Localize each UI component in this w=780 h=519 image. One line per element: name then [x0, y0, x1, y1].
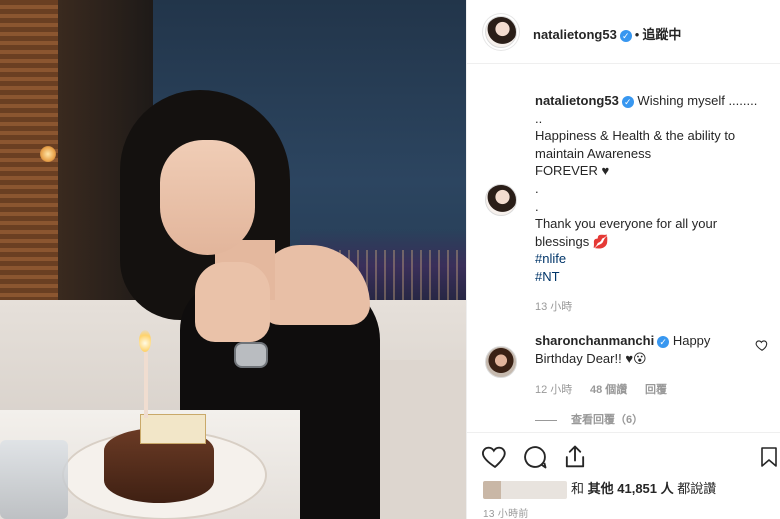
- post-header: natalietong53 ✓ • 追蹤中: [467, 0, 780, 64]
- instagram-post: natalietong53 ✓ • 追蹤中 natalietong53 ✓ Wishin…: [0, 0, 780, 519]
- wall-lamp: [40, 146, 56, 162]
- likes-suffix: 都說讚: [677, 481, 717, 496]
- commenter-username[interactable]: sharonchanmanchi: [535, 333, 654, 348]
- separator-dot: •: [634, 27, 640, 42]
- bookmark-icon[interactable]: [757, 443, 780, 471]
- reply-divider-line: [535, 419, 557, 421]
- comment-timestamp[interactable]: 12 小時: [535, 381, 572, 397]
- caption-line-0: Wishing myself ........: [637, 93, 758, 108]
- comment-reply-button[interactable]: 回覆: [645, 381, 667, 397]
- post-photo[interactable]: [0, 0, 466, 519]
- caption-line: Thank you everyone for all your: [535, 216, 718, 232]
- verified-badge-icon: ✓: [619, 30, 632, 42]
- comment-bubble-icon[interactable]: [521, 443, 549, 471]
- caption-line: blessings 💋: [535, 233, 609, 249]
- caption-line: ..: [535, 110, 543, 126]
- candle-flame: [139, 330, 151, 352]
- likes-summary: 和 其他 41,851 人 都說讚: [483, 478, 716, 499]
- liker-avatars[interactable]: [483, 480, 567, 499]
- comment: sharonchanmanchi ✓ Happy Birthday Dear!! …: [535, 332, 745, 367]
- header-user-line: natalietong53 ✓ • 追蹤中: [533, 24, 681, 43]
- caption-line: maintain Awareness: [535, 145, 652, 161]
- author-avatar[interactable]: [485, 16, 517, 48]
- post-side-panel: natalietong53 ✓ • 追蹤中 natalietong53 ✓ Wishin…: [466, 0, 780, 519]
- commenter-avatar[interactable]: [485, 346, 517, 378]
- comment-text: Happy: [672, 333, 711, 348]
- caption-timestamp[interactable]: 13 小時: [535, 298, 572, 314]
- author-username[interactable]: natalietong53: [533, 27, 617, 42]
- view-replies-button[interactable]: 查看回覆（6）: [535, 411, 643, 427]
- comment-first-line: sharonchanmanchi ✓ Happy: [535, 332, 745, 350]
- share-icon[interactable]: [561, 443, 589, 471]
- post-timestamp[interactable]: 13 小時前: [483, 505, 529, 519]
- comment-text-continued: Birthday Dear!! ♥😮: [535, 350, 647, 366]
- caption-line: .: [535, 180, 539, 196]
- hashtag-link[interactable]: #nlife: [535, 250, 767, 268]
- action-bar: [467, 432, 780, 480]
- caption-author-avatar[interactable]: [485, 184, 517, 216]
- caption-line: .: [535, 198, 539, 214]
- cake-message-card: [140, 414, 206, 444]
- hashtag-link[interactable]: #NT: [535, 268, 767, 286]
- caption-line: Happiness & Health & the ability to: [535, 128, 736, 144]
- water-glass: [0, 440, 68, 519]
- heart-icon[interactable]: [481, 443, 509, 471]
- view-replies-label: 查看回覆（6）: [571, 414, 644, 426]
- comment-likes-count[interactable]: 48 個讚: [590, 381, 627, 397]
- caption-author-username[interactable]: natalietong53: [535, 93, 619, 108]
- comment-like-heart-icon[interactable]: [755, 338, 769, 352]
- clasped-hands: [195, 262, 270, 342]
- verified-badge-icon: ✓: [657, 336, 670, 348]
- caption-first-line: natalietong53 ✓ Wishing myself ........: [535, 92, 767, 110]
- verified-badge-icon: ✓: [621, 96, 634, 108]
- likes-count-link[interactable]: 其他 41,851 人: [588, 481, 674, 496]
- likes-prefix: 和: [571, 481, 585, 496]
- candle: [144, 352, 148, 418]
- face: [160, 140, 255, 255]
- caption-line: FOREVER ♥: [535, 163, 610, 179]
- wristwatch: [234, 342, 268, 368]
- follow-status-button[interactable]: 追蹤中: [642, 27, 681, 42]
- post-caption: natalietong53 ✓ Wishing myself ........ .…: [535, 92, 767, 286]
